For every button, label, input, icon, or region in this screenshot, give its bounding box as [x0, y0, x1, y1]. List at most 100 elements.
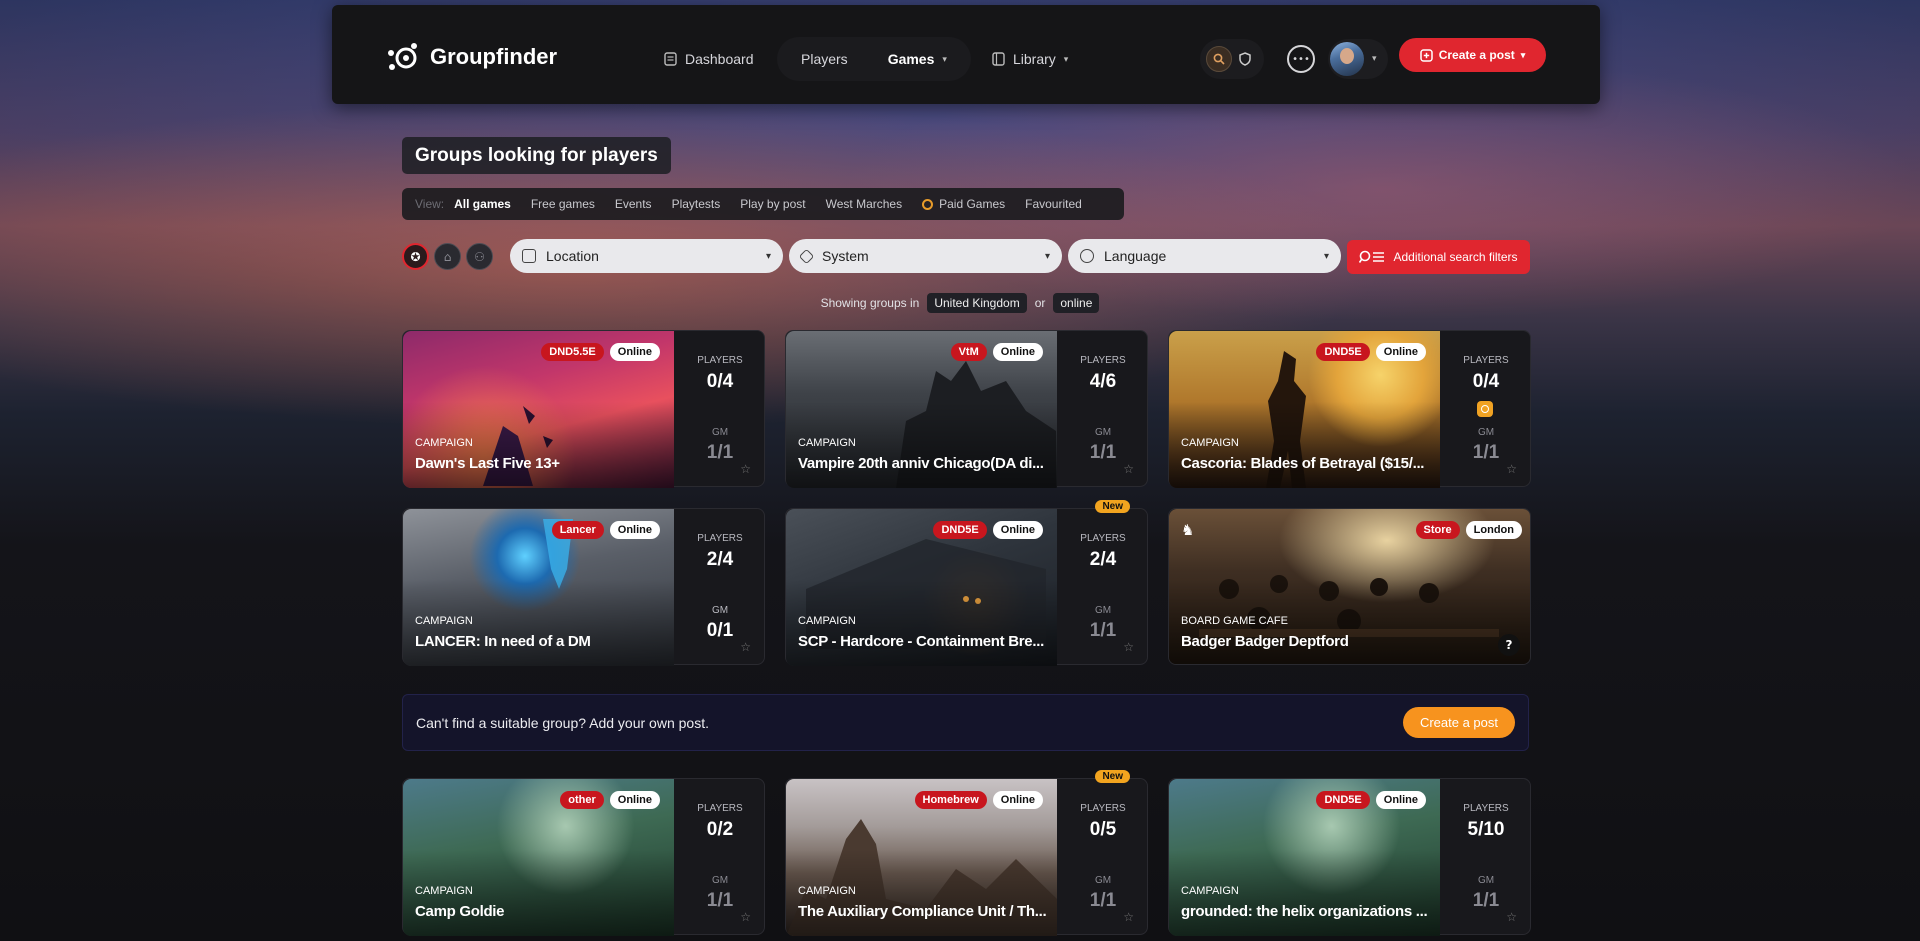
players-label: PLAYERS — [697, 533, 743, 544]
nav-item-games[interactable]: Games ▾ — [888, 51, 947, 67]
view-paid-games[interactable]: Paid Games — [922, 197, 1005, 211]
location-select[interactable]: Location ▾ — [510, 239, 783, 273]
system-badge: other — [560, 791, 604, 809]
group-card[interactable]: DND5E Online CAMPAIGN grounded: the heli… — [1168, 778, 1532, 936]
nav-item-library[interactable]: Library ▾ — [992, 51, 1068, 67]
chevron-down-icon: ▾ — [1044, 250, 1050, 262]
type-toggle-stores[interactable]: ⌂ — [434, 243, 461, 270]
players-count: 0/5 — [1089, 819, 1117, 840]
view-play-by-post[interactable]: Play by post — [740, 197, 805, 211]
messages-button[interactable]: ••• — [1287, 45, 1315, 73]
group-card[interactable]: New DND5E Online CAMPAIGN SCP - Hardcore… — [785, 500, 1148, 666]
chevron-down-icon: ▾ — [942, 53, 947, 64]
players-count: 4/6 — [1089, 371, 1117, 392]
favourite-star-icon[interactable]: ☆ — [740, 640, 751, 654]
search-button[interactable] — [1206, 46, 1232, 72]
help-icon[interactable]: ? — [1498, 634, 1520, 656]
nav-dashboard[interactable]: Dashboard — [664, 35, 754, 83]
nav-label-dashboard: Dashboard — [685, 51, 754, 67]
group-card[interactable]: New Homebrew Online CAMPAIGN The Auxilia… — [785, 770, 1148, 936]
language-select[interactable]: Language ▾ — [1068, 239, 1341, 273]
card-title[interactable]: LANCER: In need of a DM — [415, 633, 667, 650]
location-badge: Online — [609, 791, 660, 809]
nav-item-players[interactable]: Players — [801, 51, 848, 67]
create-post-button[interactable]: Create a post ▾ — [1399, 38, 1546, 72]
card-title[interactable]: The Auxiliary Compliance Unit / Th... — [798, 903, 1050, 920]
country-chip[interactable]: United Kingdom — [927, 293, 1027, 313]
nav-label-games: Games — [887, 51, 935, 67]
user-menu[interactable]: ▾ — [1328, 39, 1388, 79]
card-type: CAMPAIGN — [415, 885, 473, 897]
gm-count: 1/1 — [1089, 620, 1117, 641]
additional-filters-button[interactable]: Additional search filters — [1347, 240, 1530, 274]
card-stats: PLAYERS 0/4 GM 1/1 — [674, 331, 766, 488]
groupfinder-logo-icon — [388, 43, 417, 70]
create-post-label: Create a post — [1438, 48, 1515, 62]
favourite-star-icon[interactable]: ☆ — [740, 462, 751, 476]
quick-icons — [1200, 39, 1264, 79]
card-stats: PLAYERS 5/10 GM 1/1 — [1440, 779, 1532, 936]
card-title[interactable]: grounded: the helix organizations ... — [1181, 903, 1433, 920]
avatar — [1330, 42, 1364, 76]
system-select-label: System — [822, 248, 869, 264]
system-badge: Homebrew — [914, 791, 987, 809]
gm-count: 1/1 — [1089, 890, 1117, 911]
gm-label: GM — [711, 875, 729, 886]
favourite-star-icon[interactable]: ☆ — [1506, 910, 1517, 924]
group-card[interactable]: DND5E Online CAMPAIGN Cascoria: Blades o… — [1168, 330, 1531, 488]
store-card[interactable]: ♞ Store London BOARD GAME CAFE Badger Ba… — [1168, 508, 1531, 665]
card-title[interactable]: Dawn's Last Five 13+ — [415, 455, 667, 472]
create-post-banner: Can't find a suitable group? Add your ow… — [402, 694, 1529, 751]
card-title[interactable]: Badger Badger Deptford — [1181, 633, 1501, 650]
gm-label: GM — [1094, 427, 1112, 438]
card-badges: DND5E Online — [933, 521, 1043, 539]
card-title[interactable]: Camp Goldie — [415, 903, 667, 920]
group-card[interactable]: DND5.5E Online CAMPAIGN Dawn's Last Five… — [402, 330, 766, 488]
store-icon: ⌂ — [443, 249, 452, 264]
chevron-down-icon: ▾ — [1063, 53, 1069, 64]
chevron-down-icon: ▾ — [765, 250, 771, 262]
card-type: CAMPAIGN — [798, 437, 856, 449]
favourite-star-icon[interactable]: ☆ — [1123, 462, 1134, 476]
view-free-games[interactable]: Free games — [531, 197, 595, 211]
users-icon: ⚇ — [474, 249, 485, 264]
players-count: 2/4 — [706, 549, 734, 570]
type-toggle-games[interactable]: ✪ — [402, 243, 429, 270]
cta-create-post-button[interactable]: Create a post — [1402, 707, 1515, 738]
card-badges: Lancer Online — [551, 521, 660, 539]
search-icon — [1213, 53, 1225, 65]
card-title[interactable]: Cascoria: Blades of Betrayal ($15/... — [1181, 455, 1433, 472]
card-type: CAMPAIGN — [415, 615, 473, 627]
location-badge: London — [1465, 521, 1522, 539]
online-chip[interactable]: online — [1053, 293, 1100, 313]
group-card[interactable]: other Online CAMPAIGN Camp Goldie PLAYER… — [402, 778, 765, 936]
card-title[interactable]: SCP - Hardcore - Containment Bre... — [798, 633, 1050, 650]
view-west-marches[interactable]: West Marches — [826, 197, 902, 211]
type-toggle-groups[interactable]: ⚇ — [466, 243, 493, 270]
card-type: CAMPAIGN — [798, 615, 856, 627]
players-label: PLAYERS — [697, 803, 743, 814]
language-select-label: Language — [1104, 248, 1167, 264]
favourite-star-icon[interactable]: ☆ — [1123, 910, 1134, 924]
group-card[interactable]: Lancer Online CAMPAIGN LANCER: In need o… — [402, 508, 765, 666]
group-card[interactable]: VtM Online CAMPAIGN Vampire 20th anniv C… — [785, 330, 1148, 488]
shield-icon — [1239, 52, 1251, 66]
gm-label: GM — [1477, 427, 1495, 438]
favourite-star-icon[interactable]: ☆ — [1123, 640, 1134, 654]
nav-item-dashboard[interactable]: Dashboard — [664, 51, 754, 67]
favourite-star-icon[interactable]: ☆ — [740, 910, 751, 924]
showing-prefix: Showing groups in — [820, 296, 920, 310]
view-favourited[interactable]: Favourited — [1025, 197, 1082, 211]
card-title[interactable]: Vampire 20th anniv Chicago(DA di... — [798, 455, 1050, 472]
system-select[interactable]: System ▾ — [789, 239, 1062, 273]
card-badges: Homebrew Online — [914, 791, 1043, 809]
view-events[interactable]: Events — [615, 197, 652, 211]
map-icon — [522, 249, 536, 263]
shield-button[interactable] — [1232, 46, 1258, 72]
logo[interactable]: Groupfinder — [384, 42, 557, 72]
gm-count: 1/1 — [1089, 442, 1117, 463]
favourite-star-icon[interactable]: ☆ — [1506, 462, 1517, 476]
view-playtests[interactable]: Playtests — [672, 197, 721, 211]
view-all-games[interactable]: All games — [454, 197, 511, 211]
location-badge: Online — [1375, 791, 1426, 809]
